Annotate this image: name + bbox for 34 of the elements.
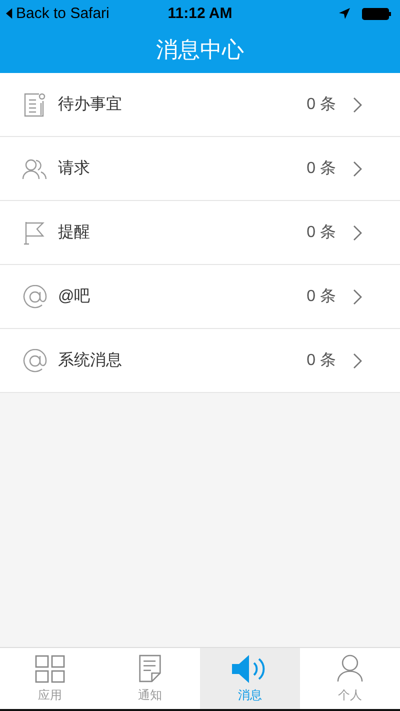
message-count: 0 条 xyxy=(306,223,336,243)
note-icon xyxy=(138,654,162,683)
people-icon xyxy=(22,158,48,180)
back-label: Back to Safari xyxy=(16,5,110,22)
at-sign-icon xyxy=(23,284,47,308)
message-count: 0 条 xyxy=(306,351,336,371)
status-time: 11:12 AM xyxy=(166,5,234,22)
category-label: 请求 xyxy=(58,158,91,179)
chevron-right-icon xyxy=(352,160,362,176)
chevron-right-icon xyxy=(352,288,362,304)
category-label: 系统消息 xyxy=(58,350,123,371)
person-icon xyxy=(337,654,363,683)
battery-icon xyxy=(362,8,392,20)
chevron-right-icon xyxy=(352,352,362,368)
grid-icon xyxy=(35,654,65,682)
message-category-row[interactable]: 待办事宜 0 条 xyxy=(0,73,400,137)
at-sign-icon xyxy=(23,348,47,372)
category-label: @吧 xyxy=(58,287,92,307)
chevron-right-icon xyxy=(352,224,362,240)
chevron-right-icon xyxy=(352,96,362,112)
message-category-row[interactable]: 提醒 0 条 xyxy=(0,201,400,265)
location-arrow-icon xyxy=(339,8,350,19)
message-count: 0 条 xyxy=(306,159,336,179)
message-category-row[interactable]: 请求 0 条 xyxy=(0,137,400,201)
message-count: 0 条 xyxy=(306,95,336,115)
flag-icon xyxy=(24,220,46,244)
nav-title: 消息中心 xyxy=(156,36,244,64)
category-label: 待办事宜 xyxy=(58,94,123,115)
message-category-row[interactable]: 系统消息 0 条 xyxy=(0,329,400,393)
document-icon xyxy=(24,92,46,116)
category-label: 提醒 xyxy=(58,223,91,243)
message-count: 0 条 xyxy=(306,287,336,307)
message-category-row[interactable]: @吧 0 条 xyxy=(0,265,400,329)
back-arrow-icon xyxy=(6,8,13,19)
